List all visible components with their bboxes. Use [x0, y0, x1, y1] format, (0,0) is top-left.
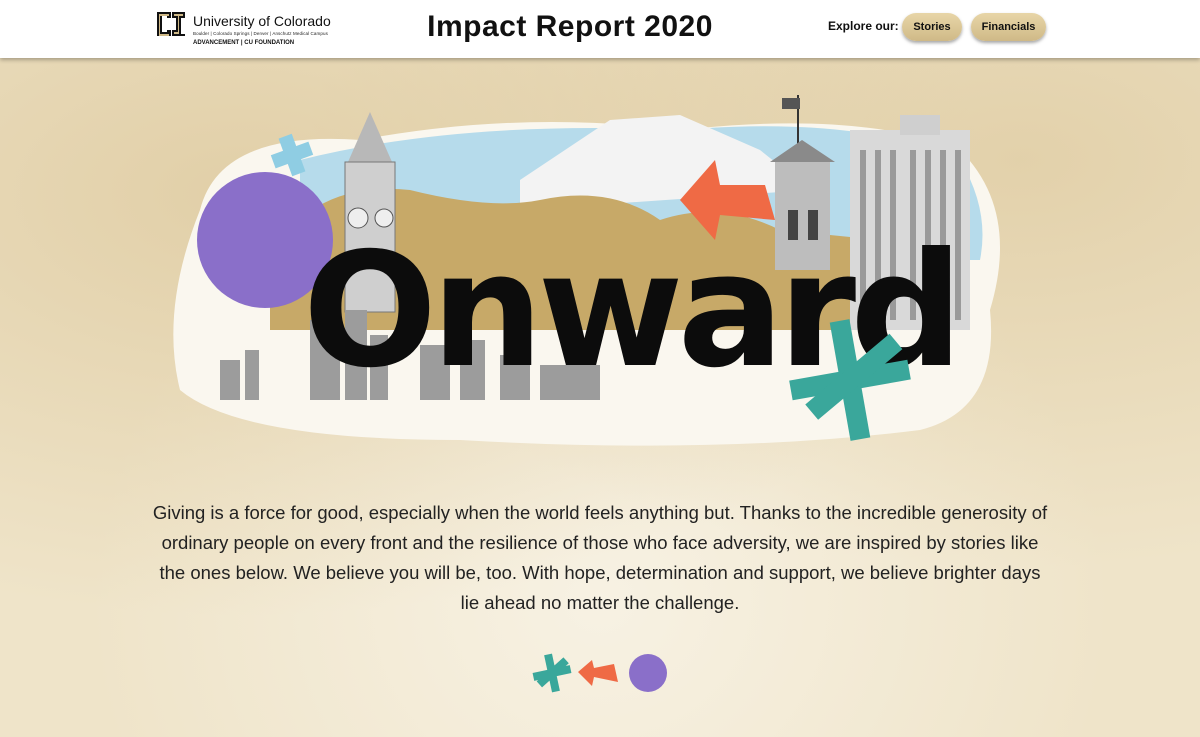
- arrow-icon: [578, 660, 618, 686]
- page-title: Impact Report 2020: [427, 10, 713, 43]
- logo-name: University of Colorado: [193, 13, 331, 29]
- logo-subtitle: ADVANCEMENT | CU FOUNDATION: [193, 40, 295, 46]
- financials-button[interactable]: Financials: [971, 13, 1046, 41]
- flag-icon: [782, 98, 800, 109]
- logo-campuses: Boulder | Colorado Springs | Denver | An…: [193, 31, 328, 36]
- stories-button[interactable]: Stories: [902, 13, 962, 41]
- circle-icon: [629, 654, 667, 692]
- cu-logo[interactable]: University of Colorado Boulder | Colorad…: [155, 8, 331, 50]
- intro-paragraph: Giving is a force for good, especially w…: [152, 502, 1048, 613]
- asterisk-icon: [532, 653, 572, 693]
- decorative-icons: [532, 653, 667, 693]
- site-header: University of Colorado Boulder | Colorad…: [0, 0, 1200, 58]
- onward-hero-illustration: Onward: [173, 95, 1001, 446]
- explore-label: Explore our:: [828, 19, 899, 33]
- cu-logo-icon: [157, 12, 185, 36]
